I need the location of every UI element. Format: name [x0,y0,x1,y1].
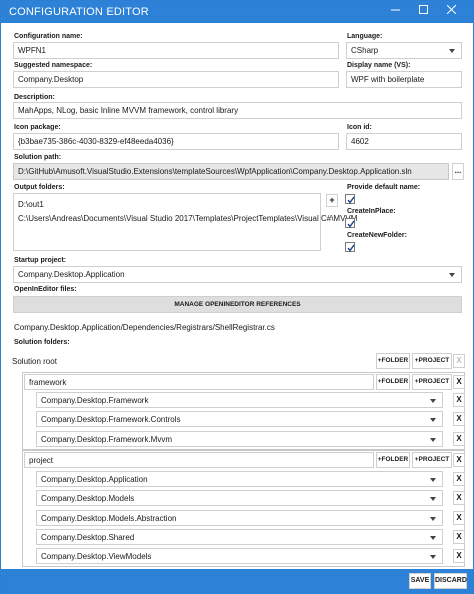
project-value: Company.Desktop.Framework [41,396,149,405]
output-folders-label: Output folders: [14,184,65,191]
add-folder-button[interactable]: +FOLDER [376,374,410,390]
chevron-down-icon [430,438,436,442]
check-icon [347,220,355,228]
remove-project-button[interactable]: X [453,549,465,563]
add-output-folder-button[interactable]: + [326,194,338,207]
footer-bar: SAVE DISCARD [1,569,473,594]
remove-project-button[interactable]: X [453,491,465,505]
discard-button[interactable]: DISCARD [434,573,467,589]
folder-panel-project: project +FOLDER +PROJECT X Company.Deskt… [22,450,465,567]
display-name-label: Display name (VS): [347,62,411,69]
project-select[interactable]: Company.Desktop.Models [36,490,443,506]
project-value: Company.Desktop.ViewModels [41,552,152,561]
chevron-down-icon [430,418,436,422]
output-folders-list[interactable]: D:\out1 C:\Users\Andreas\Documents\Visua… [13,193,358,251]
output-folder-item: D:\out1 [18,200,44,209]
configuration-editor-window: CONFIGURATION EDITOR Configuration name:… [0,0,474,594]
remove-project-button[interactable]: X [453,472,465,486]
chevron-down-icon [430,517,436,521]
configuration-name-field[interactable]: WPFN1 [13,42,339,59]
create-in-place-checkbox[interactable] [345,218,355,228]
description-label: Description: [14,94,55,101]
project-select[interactable]: Company.Desktop.Framework.Mvvm [36,431,443,447]
create-in-place-label: CreateInPlace: [347,208,396,215]
display-name-field[interactable]: WPF with boilerplate [346,71,462,88]
title-bar: CONFIGURATION EDITOR [1,1,473,23]
folder-name-field[interactable]: framework [24,374,374,390]
solution-path-label: Solution path: [14,154,62,161]
icon-package-field[interactable]: {b3bae735-386c-4030-8329-ef48eeda4036} [13,133,339,150]
remove-folder-button[interactable]: X [453,453,465,467]
description-field[interactable]: MahApps, NLog, basic Inline MVVM framewo… [13,102,462,119]
folder-name-field[interactable]: project [24,452,374,468]
chevron-down-icon [430,555,436,559]
openineditor-files-label: OpenInEditor files: [14,286,77,293]
create-new-folder-label: CreateNewFolder: [347,232,407,239]
startup-project-label: Startup project: [14,257,67,264]
project-value: Company.Desktop.Framework.Mvvm [41,435,172,444]
create-new-folder-checkbox[interactable] [345,242,355,252]
project-value: Company.Desktop.Models [41,494,135,503]
minimize-icon[interactable] [387,4,403,20]
add-project-button[interactable]: +PROJECT [412,374,452,390]
add-folder-button[interactable]: +FOLDER [376,452,410,468]
browse-button[interactable]: ... [452,163,464,180]
project-select[interactable]: Company.Desktop.ViewModels [36,548,443,564]
check-icon [347,196,355,204]
chevron-down-icon [430,478,436,482]
project-value: Company.Desktop.Framework.Controls [41,415,181,424]
output-folder-item: C:\Users\Andreas\Documents\Visual Studio… [18,214,358,223]
icon-id-label: Icon id: [347,124,372,131]
chevron-down-icon [430,399,436,403]
close-icon[interactable] [443,4,459,20]
project-select[interactable]: Company.Desktop.Shared [36,529,443,545]
maximize-icon[interactable] [415,4,431,20]
suggested-namespace-field[interactable]: Company.Desktop [13,71,339,88]
solution-path-field[interactable]: D:\GitHub\Amusoft.VisualStudio.Extension… [13,163,449,180]
solution-root-label: Solution root [12,357,57,366]
solution-folders-label: Solution folders: [14,339,70,346]
folder-panel-framework: framework +FOLDER +PROJECT X Company.Des… [22,372,465,450]
save-button[interactable]: SAVE [409,573,431,589]
manage-openineditor-button[interactable]: MANAGE OPENINEDITOR REFERENCES [13,296,462,313]
startup-project-select[interactable]: Company.Desktop.Application [13,266,462,283]
check-icon [347,244,355,252]
provide-default-name-label: Provide default name: [347,184,421,191]
chevron-down-icon [449,49,455,53]
root-add-project-button[interactable]: +PROJECT [412,353,452,369]
root-add-folder-button[interactable]: +FOLDER [376,353,410,369]
project-value: Company.Desktop.Shared [41,533,135,542]
project-select[interactable]: Company.Desktop.Models.Abstraction [36,510,443,526]
project-value: Company.Desktop.Application [41,475,148,484]
remove-project-button[interactable]: X [453,393,465,407]
language-select[interactable]: CSharp [346,42,462,59]
language-label: Language: [347,33,383,40]
suggested-namespace-label: Suggested namespace: [14,62,93,69]
project-select[interactable]: Company.Desktop.Application [36,471,443,487]
chevron-down-icon [430,536,436,540]
remove-project-button[interactable]: X [453,412,465,426]
project-select[interactable]: Company.Desktop.Framework.Controls [36,411,443,427]
project-value: Company.Desktop.Models.Abstraction [41,514,177,523]
remove-project-button[interactable]: X [453,530,465,544]
startup-project-value: Company.Desktop.Application [18,270,125,279]
chevron-down-icon [430,497,436,501]
window-title: CONFIGURATION EDITOR [9,6,149,18]
provide-default-name-checkbox[interactable] [345,194,355,204]
language-value: CSharp [351,46,379,55]
project-select[interactable]: Company.Desktop.Framework [36,392,443,408]
chevron-down-icon [449,273,455,277]
configuration-name-label: Configuration name: [14,33,83,40]
add-project-button[interactable]: +PROJECT [412,452,452,468]
root-remove-button: X [453,354,465,368]
remove-project-button[interactable]: X [453,511,465,525]
remove-folder-button[interactable]: X [453,375,465,389]
icon-package-label: Icon package: [14,124,61,131]
remove-project-button[interactable]: X [453,432,465,446]
icon-id-field[interactable]: 4602 [346,133,462,150]
openineditor-file-item: Company.Desktop.Application/Dependencies… [14,323,275,332]
